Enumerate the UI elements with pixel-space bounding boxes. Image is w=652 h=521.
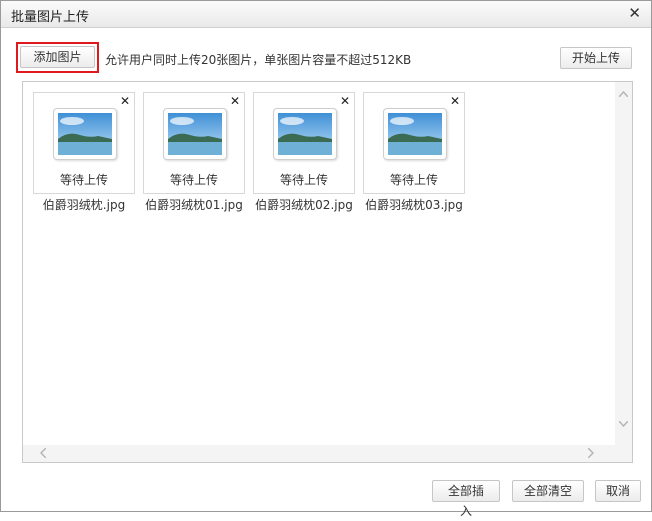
file-item: ✕ 等待上传 伯爵羽绒枕.jpg: [33, 92, 135, 213]
landscape-image-icon: [53, 108, 117, 160]
add-image-highlight: 添加图片: [16, 42, 99, 73]
dialog-title: 批量图片上传: [11, 10, 90, 25]
upload-status: 等待上传: [59, 173, 108, 187]
thumbnail-box: ✕ 等待上传: [143, 92, 245, 194]
file-name: 伯爵羽绒枕03.jpg: [365, 198, 463, 212]
thumbnail-box: ✕ 等待上传: [363, 92, 465, 194]
upload-limit-hint: 允许用户同时上传20张图片，单张图片容量不超过512KB: [105, 53, 412, 67]
horizontal-scrollbar[interactable]: [23, 445, 615, 462]
scroll-left-icon[interactable]: [39, 447, 47, 460]
scrollbar-corner: [615, 445, 632, 462]
add-image-button[interactable]: 添加图片: [20, 46, 95, 68]
file-name: 伯爵羽绒枕.jpg: [42, 198, 126, 212]
file-name: 伯爵羽绒枕02.jpg: [255, 198, 353, 212]
remove-icon[interactable]: ✕: [230, 94, 240, 108]
clear-all-button[interactable]: 全部清空: [512, 480, 584, 502]
start-upload-button[interactable]: 开始上传: [560, 47, 632, 69]
landscape-image-icon: [383, 108, 447, 160]
insert-all-button[interactable]: 全部插入: [432, 480, 500, 518]
remove-icon[interactable]: ✕: [120, 94, 130, 108]
remove-icon[interactable]: ✕: [340, 94, 350, 108]
file-item: ✕ 等待上传 伯爵羽绒枕02.jpg: [253, 92, 355, 213]
vertical-scrollbar[interactable]: [615, 82, 632, 445]
image-list-panel: ✕ 等待上传 伯爵羽绒枕.jpg ✕ 等待上传 伯爵羽绒枕01.jpg ✕ 等待…: [22, 81, 633, 463]
upload-status: 等待上传: [389, 173, 438, 187]
dialog-titlebar: 批量图片上传 ✕: [1, 1, 651, 28]
file-item: ✕ 等待上传 伯爵羽绒枕01.jpg: [143, 92, 245, 213]
upload-status: 等待上传: [279, 173, 328, 187]
scroll-up-icon[interactable]: [618, 88, 629, 99]
cancel-button[interactable]: 取消: [595, 480, 641, 502]
scroll-right-icon[interactable]: [587, 447, 595, 460]
file-name: 伯爵羽绒枕01.jpg: [145, 198, 243, 212]
thumbnail-box: ✕ 等待上传: [253, 92, 355, 194]
batch-upload-dialog: 批量图片上传 ✕ 添加图片 允许用户同时上传20张图片，单张图片容量不超过512…: [0, 0, 652, 518]
remove-icon[interactable]: ✕: [450, 94, 460, 108]
upload-status: 等待上传: [169, 173, 218, 187]
landscape-image-icon: [273, 108, 337, 160]
file-item: ✕ 等待上传 伯爵羽绒枕03.jpg: [363, 92, 465, 213]
thumbnail-box: ✕ 等待上传: [33, 92, 135, 194]
scroll-down-icon[interactable]: [618, 418, 629, 429]
landscape-image-icon: [163, 108, 227, 160]
close-icon[interactable]: ✕: [628, 5, 641, 21]
